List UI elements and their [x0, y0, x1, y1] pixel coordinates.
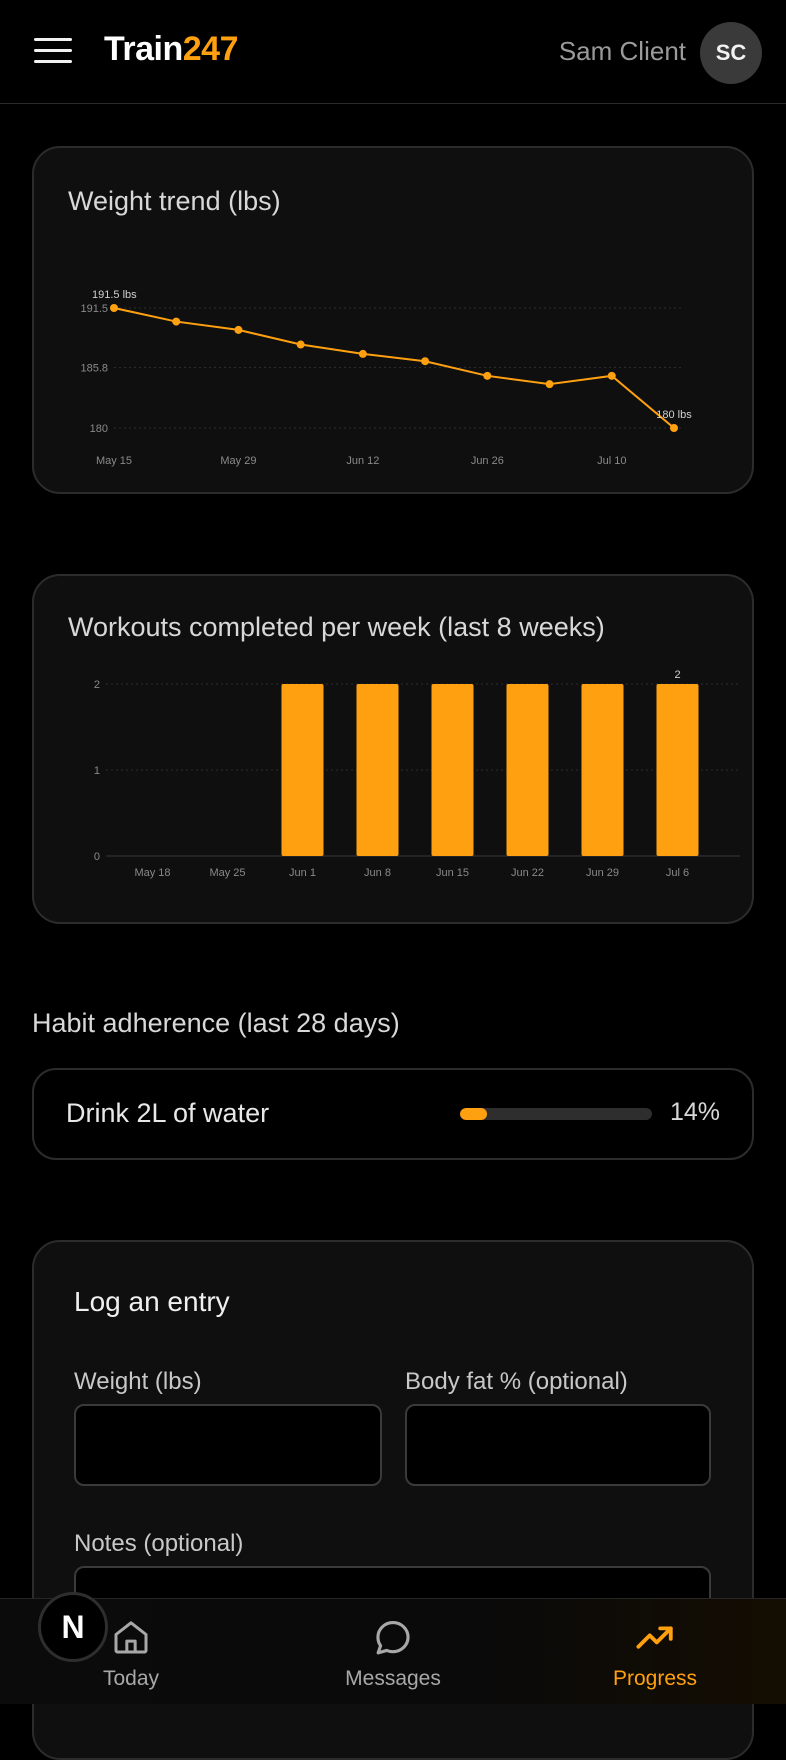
- nav-progress-label: Progress: [612, 1667, 698, 1690]
- bar: [581, 684, 624, 856]
- x-tick-label: Jul 10: [597, 455, 626, 467]
- home-icon: [114, 1621, 148, 1654]
- habit-progress-fill: [460, 1108, 487, 1120]
- weight-trend-title: Weight trend (lbs): [68, 186, 281, 216]
- data-point: [234, 325, 243, 334]
- weight-field[interactable]: [74, 1404, 382, 1486]
- data-point: [670, 424, 678, 432]
- point-label: 180 lbs: [656, 409, 692, 421]
- bar: [506, 684, 549, 856]
- x-tick-label: Jun 1: [289, 867, 316, 879]
- x-tick-label: May 25: [209, 867, 245, 879]
- nav-messages[interactable]: Messages: [293, 1599, 493, 1705]
- y-tick-label: 1: [94, 765, 100, 777]
- weight-series-line: [113, 307, 675, 429]
- weight-trend-card: Weight trend (lbs) 191.5 185.8 180 May 15 Ma…: [32, 146, 754, 494]
- menu-icon[interactable]: [34, 34, 72, 68]
- x-tick-label: Jun 8: [364, 867, 391, 879]
- x-tick-label: May 29: [220, 455, 256, 467]
- workouts-card: Workouts completed per week (last 8 week…: [32, 574, 754, 924]
- x-tick-label: Jun 29: [586, 867, 619, 879]
- user-name: Sam Client: [558, 36, 686, 66]
- nav-progress[interactable]: Progress: [555, 1599, 755, 1705]
- workouts-chart: 2 1 0 May 18 May 25 Jun 1 Jun 8 Jun 15 Jun 22 Jun…: [94, 669, 740, 879]
- x-tick-label: Jul 6: [666, 867, 689, 879]
- trending-up-icon: [636, 1626, 673, 1649]
- weight-field-label: Weight (lbs): [74, 1368, 202, 1395]
- x-tick-label: May 15: [96, 455, 132, 467]
- weight-trend-chart: 191.5 185.8 180 May 15 May 29 Jun 12 Jun 26 Jul…: [80, 289, 692, 467]
- x-tick-label: Jun 26: [471, 455, 504, 467]
- bar-value-label: 2: [674, 669, 680, 681]
- badge-letter: N: [61, 1608, 85, 1645]
- bodyfat-field-label: Body fat % (optional): [405, 1368, 628, 1395]
- habit-progress-bar: [460, 1108, 652, 1120]
- y-tick-label: 191.5: [80, 303, 108, 315]
- data-point: [296, 340, 305, 349]
- data-point: [358, 349, 367, 358]
- chat-bubble-icon: [376, 1621, 410, 1655]
- brand-accent: 247: [182, 30, 239, 68]
- bar: [281, 684, 324, 856]
- app-logo[interactable]: Train247: [104, 30, 238, 69]
- x-tick-label: Jun 22: [511, 867, 544, 879]
- log-entry-title: Log an entry: [74, 1286, 230, 1317]
- notes-field-label: Notes (optional): [74, 1530, 244, 1557]
- y-tick-label: 180: [90, 423, 108, 435]
- bodyfat-field[interactable]: [405, 1404, 711, 1486]
- x-tick-label: Jun 12: [346, 455, 379, 467]
- data-point: [172, 317, 181, 326]
- avatar[interactable]: SC: [700, 22, 762, 84]
- app-header: Train247 Sam Client SC: [0, 0, 786, 104]
- habit-percent: 14%: [669, 1098, 720, 1126]
- dev-indicator-badge[interactable]: N: [38, 1592, 108, 1662]
- nav-messages-label: Messages: [345, 1667, 441, 1690]
- data-point: [545, 380, 554, 389]
- bottom-nav: Today Messages Progress: [0, 1598, 786, 1704]
- bar: [356, 684, 399, 856]
- habit-name: Drink 2L of water: [66, 1098, 270, 1128]
- y-tick-label: 0: [94, 851, 100, 863]
- bar: [431, 684, 474, 856]
- habit-row: Drink 2L of water 14%: [32, 1068, 754, 1160]
- data-point: [110, 304, 118, 312]
- data-point: [421, 357, 430, 366]
- nav-today-label: Today: [102, 1667, 160, 1690]
- x-tick-label: May 18: [134, 867, 170, 879]
- data-point: [483, 371, 492, 380]
- data-point: [607, 371, 616, 380]
- x-tick-label: Jun 15: [436, 867, 469, 879]
- y-tick-label: 185.8: [80, 362, 108, 374]
- habit-section-title: Habit adherence (last 28 days): [32, 1008, 400, 1038]
- y-tick-label: 2: [94, 679, 100, 691]
- point-label: 191.5 lbs: [92, 289, 137, 301]
- workouts-title: Workouts completed per week (last 8 week…: [68, 612, 605, 642]
- brand-main: Train: [104, 30, 183, 68]
- bar: [656, 684, 699, 856]
